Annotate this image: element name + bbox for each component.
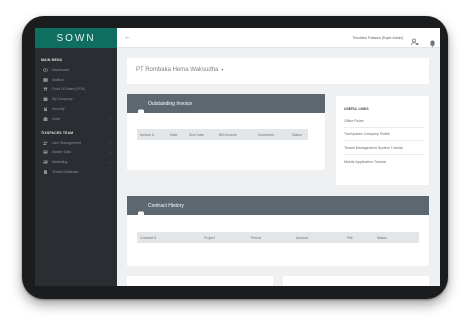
sidebar-item-label: Hotel bbox=[52, 116, 61, 121]
main-content: PT Rombaka Hema Waksudha ▾ Outstanding In… bbox=[117, 48, 440, 286]
database-icon bbox=[43, 150, 48, 154]
users-icon bbox=[43, 141, 48, 145]
link-tms-tutorial[interactable]: Tenant Management System Tutorial bbox=[344, 146, 403, 150]
company-selector[interactable]: PT Rombaka Hema Waksudha ▾ bbox=[127, 58, 429, 84]
user-name[interactable]: Timothius Pratama [Super Admin] bbox=[352, 36, 403, 40]
sidebar-item-dashboard[interactable]: Dashboard bbox=[35, 65, 117, 75]
link-company-profile[interactable]: TixsSpaces Company Profile bbox=[344, 132, 390, 136]
column-header[interactable]: Project bbox=[204, 236, 215, 240]
column-header[interactable]: Status bbox=[292, 133, 302, 137]
outstanding-invoice-header: Outstanding Invoice bbox=[127, 94, 325, 114]
column-header[interactable]: Due Date bbox=[189, 133, 204, 137]
mailbox-icon bbox=[43, 77, 48, 82]
column-header[interactable]: Document bbox=[258, 133, 274, 137]
app-logo[interactable]: SOWN bbox=[35, 28, 117, 48]
column-header[interactable]: Invoice # bbox=[140, 133, 154, 137]
bell-icon[interactable] bbox=[430, 34, 435, 47]
tenant-database-icon bbox=[43, 170, 48, 175]
column-header[interactable]: Period bbox=[251, 236, 261, 240]
contract-history-header: Contract History bbox=[127, 196, 429, 216]
column-header[interactable]: Amount bbox=[296, 236, 308, 240]
lock-icon bbox=[43, 107, 48, 112]
useful-links-panel: USEFUL LINKS Office Rules TixsSpaces Com… bbox=[336, 96, 429, 185]
sidebar-item-label: Tenant Database bbox=[52, 170, 79, 175]
contract-table-header: Contract # Project Period Amount File St… bbox=[137, 232, 419, 243]
sidebar-item-label: My Company bbox=[52, 97, 73, 102]
bottom-card-left bbox=[127, 276, 273, 286]
divider bbox=[344, 127, 424, 128]
sidebar-item-my-company[interactable]: My Company bbox=[35, 94, 117, 104]
sidebar-item-pos[interactable]: Point Of Sales (POS) bbox=[35, 85, 117, 95]
column-header[interactable]: Bill Amount bbox=[219, 133, 237, 137]
link-mobile-tutorial[interactable]: Mobile Application Tutorial bbox=[344, 160, 386, 164]
invoice-table-header: Invoice # Date Due Date Bill Amount Docu… bbox=[137, 129, 308, 140]
outstanding-invoice-title: Outstanding Invoice bbox=[148, 100, 193, 107]
column-header[interactable]: Status bbox=[377, 236, 387, 240]
sidebar-item-label: Point Of Sales (POS) bbox=[52, 87, 86, 92]
chevron-right-icon: › bbox=[109, 116, 111, 122]
marketing-icon bbox=[43, 160, 48, 164]
company-name-wrap: PT Rombaka Hema Waksudha ▾ bbox=[136, 67, 223, 73]
column-header[interactable]: Contract # bbox=[140, 236, 156, 240]
column-header[interactable]: Date bbox=[170, 133, 177, 137]
company-icon bbox=[43, 97, 48, 102]
eye-icon bbox=[43, 68, 48, 72]
arrow-left-icon[interactable]: ← bbox=[124, 34, 131, 41]
team-section-title: TIXSPACES TEAM bbox=[41, 130, 74, 135]
sidebar-item-hotel[interactable]: Hotel › bbox=[35, 114, 117, 124]
company-name: PT Rombaka Hema Waksudha bbox=[136, 67, 219, 73]
chevron-right-icon: › bbox=[109, 159, 111, 165]
main-menu-title: MAIN MENU bbox=[41, 58, 63, 62]
app-screen: SOWN MAIN MENU Dashboard Mailbox Point O… bbox=[35, 28, 440, 286]
user-settings-icon[interactable] bbox=[411, 33, 419, 46]
sidebar-item-master-data[interactable]: Master Data › bbox=[35, 148, 117, 158]
outstanding-invoice-panel: Outstanding Invoice Invoice # Date Due D… bbox=[127, 94, 325, 170]
chevron-right-icon: › bbox=[109, 140, 111, 146]
chevron-right-icon: › bbox=[109, 149, 111, 155]
link-office-rules[interactable]: Office Rules bbox=[344, 119, 364, 123]
sidebar-item-security[interactable]: Security bbox=[35, 104, 117, 114]
sidebar-item-mailbox[interactable]: Mailbox bbox=[35, 75, 117, 85]
top-bar: ← Timothius Pratama [Super Admin] bbox=[117, 28, 440, 48]
sidebar-item-tenant-database[interactable]: Tenant Database bbox=[35, 167, 117, 177]
useful-links-title: USEFUL LINKS bbox=[344, 107, 369, 111]
sidebar-item-label: User Management bbox=[52, 140, 81, 145]
sidebar-item-label: Marketing bbox=[52, 160, 68, 165]
hotel-icon bbox=[43, 116, 48, 121]
contract-icon bbox=[138, 203, 144, 216]
sidebar-item-label: Mailbox bbox=[52, 77, 65, 82]
sidebar-item-label: Master Data bbox=[52, 150, 72, 155]
sidebar-item-user-management[interactable]: User Management › bbox=[35, 138, 117, 148]
sidebar-item-marketing[interactable]: Marketing › bbox=[35, 157, 117, 167]
column-header[interactable]: File bbox=[347, 236, 353, 240]
sidebar: SOWN MAIN MENU Dashboard Mailbox Point O… bbox=[35, 28, 117, 286]
caret-down-icon: ▾ bbox=[221, 67, 224, 72]
pos-icon bbox=[43, 87, 48, 92]
sidebar-item-label: Dashboard bbox=[52, 67, 70, 72]
divider bbox=[344, 154, 424, 155]
contract-history-title: Contract History bbox=[148, 202, 184, 209]
contract-history-panel: Contract History Contract # Project Peri… bbox=[127, 196, 429, 266]
sidebar-item-label: Security bbox=[52, 107, 65, 112]
invoice-icon bbox=[138, 101, 144, 114]
bottom-card-right bbox=[283, 276, 429, 286]
divider bbox=[344, 140, 424, 141]
